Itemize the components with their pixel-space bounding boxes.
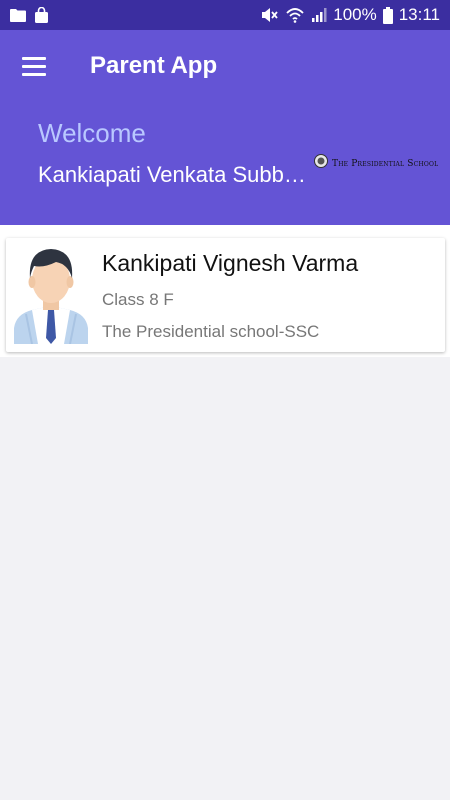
battery-percent: 100% bbox=[333, 5, 377, 24]
menu-icon[interactable] bbox=[16, 50, 54, 82]
app-header: Parent App Welcome Kankiapati Venkata Su… bbox=[0, 30, 450, 225]
status-bar: 100% 13:11 bbox=[0, 0, 450, 30]
bag-icon bbox=[34, 7, 49, 23]
welcome-label: Welcome bbox=[38, 118, 146, 148]
folder-icon bbox=[10, 8, 26, 22]
status-time: 13:11 bbox=[398, 5, 440, 24]
battery-icon bbox=[382, 6, 393, 24]
app-title: Parent App bbox=[90, 52, 218, 79]
student-school: The Presidential school-SSC bbox=[102, 322, 320, 341]
student-avatar-icon bbox=[12, 244, 90, 345]
school-logo: The Presidential School bbox=[314, 154, 438, 173]
student-name: Kankipati Vignesh Varma bbox=[102, 250, 359, 276]
parent-name: Kankiapati Venkata Subbaraju bbox=[38, 162, 308, 187]
student-class: Class 8 F bbox=[102, 290, 174, 309]
main-content: Kankipati Vignesh Varma Class 8 F The Pr… bbox=[0, 225, 450, 800]
school-crest-icon bbox=[314, 154, 328, 173]
mute-icon bbox=[261, 7, 279, 23]
wifi-icon bbox=[285, 7, 305, 23]
student-card[interactable]: Kankipati Vignesh Varma Class 8 F The Pr… bbox=[6, 238, 445, 352]
school-logo-text: The Presidential School bbox=[332, 158, 439, 169]
signal-icon bbox=[311, 7, 327, 23]
student-list: Kankipati Vignesh Varma Class 8 F The Pr… bbox=[0, 225, 450, 357]
